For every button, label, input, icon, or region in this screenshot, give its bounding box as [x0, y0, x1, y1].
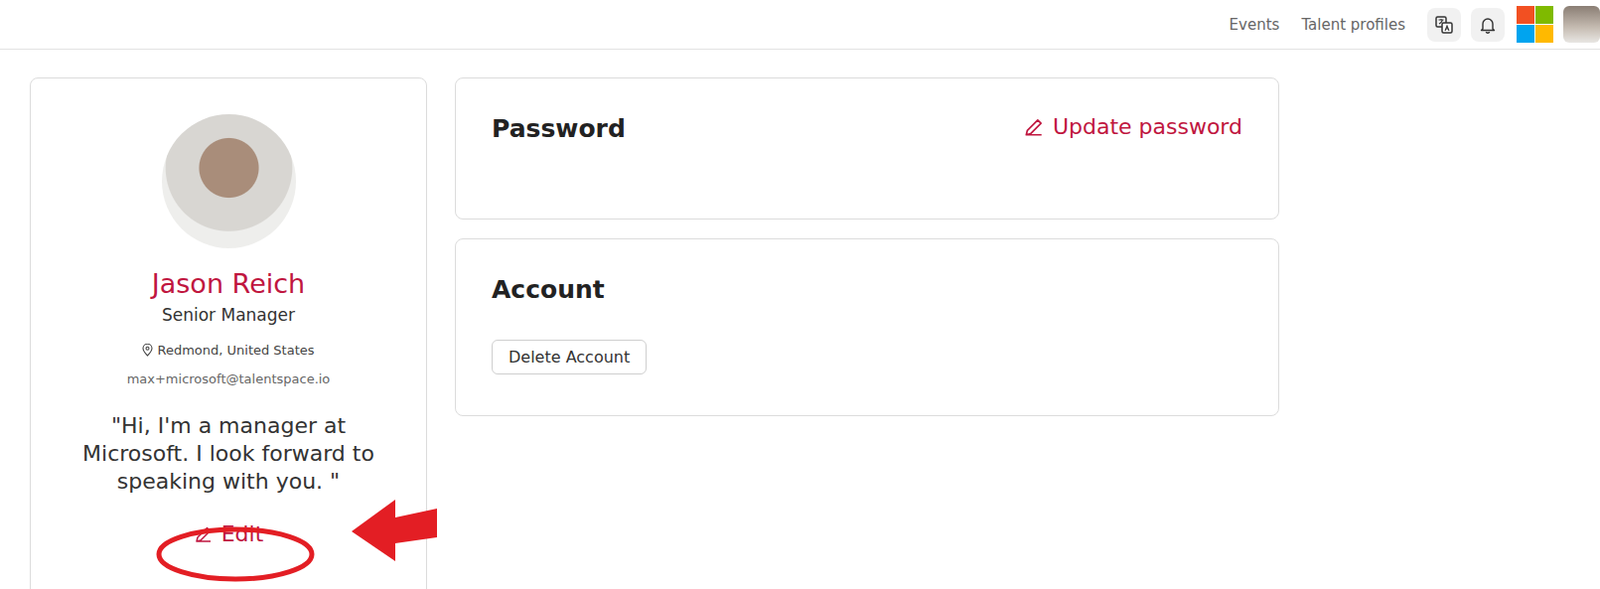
delete-account-button[interactable]: Delete Account	[491, 339, 647, 375]
profile-card: Jason Reich Senior Manager Redmond, United…	[29, 77, 428, 589]
translate-button[interactable]	[1427, 7, 1461, 42]
company-logo-icon[interactable]	[1516, 5, 1554, 43]
arrow-icon	[351, 499, 437, 562]
account-card: Account Delete Account	[454, 238, 1280, 417]
password-card: Password Update password	[454, 77, 1280, 220]
profile-email: max+microsoft@talentspace.io	[127, 371, 331, 387]
pencil-icon	[193, 524, 214, 545]
nav-actions: Events Talent profiles	[1229, 5, 1600, 43]
update-password-link[interactable]: Update password	[1022, 114, 1243, 140]
profile-name: Jason Reich	[151, 268, 305, 299]
highlight-ellipse	[158, 529, 312, 580]
password-title: Password	[491, 114, 626, 144]
profile-photo	[161, 114, 296, 249]
settings-content: Jason Reich Senior Manager Redmond, United…	[0, 49, 1600, 589]
notifications-button[interactable]	[1470, 7, 1505, 42]
annotation-overlay	[0, 0, 1600, 589]
bell-icon	[1477, 14, 1498, 35]
settings-column: Password Update password Account Delete Acc…	[454, 77, 1280, 417]
user-avatar[interactable]	[1563, 5, 1600, 43]
profile-title: Senior Manager	[161, 304, 295, 325]
nav-link[interactable]: Talent profiles	[1301, 15, 1406, 34]
edit-profile-link[interactable]: Edit	[193, 521, 265, 547]
translate-icon	[1434, 14, 1455, 35]
top-nav: Events Talent profiles	[0, 0, 1600, 50]
profile-quote: "Hi, I'm a manager at Microsoft. I look …	[74, 412, 383, 496]
profile-page: Events Talent profiles Jason Reich Senior M…	[0, 0, 1600, 589]
pencil-icon	[1022, 116, 1045, 139]
location-pin-icon	[142, 343, 153, 357]
nav-link[interactable]: Events	[1229, 15, 1281, 34]
profile-location: Redmond, United States	[142, 342, 314, 358]
account-title: Account	[491, 275, 1243, 304]
